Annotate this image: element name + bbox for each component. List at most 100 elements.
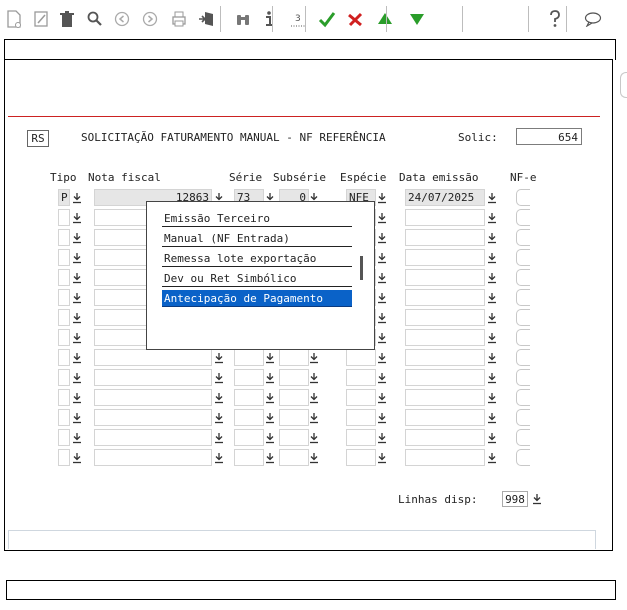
- cell-nota[interactable]: [94, 429, 212, 446]
- dropdown-arrow-icon[interactable]: [487, 392, 497, 404]
- chat-icon[interactable]: [582, 8, 604, 30]
- cell-serie[interactable]: [234, 369, 264, 386]
- cell-nota[interactable]: [94, 349, 212, 366]
- linhas-disp-field[interactable]: 998: [502, 491, 528, 507]
- dropdown-arrow-icon[interactable]: [214, 452, 224, 464]
- dropdown-arrow-icon[interactable]: [377, 432, 387, 444]
- dropdown-arrow-icon[interactable]: [72, 292, 82, 304]
- dropdown-arrow-icon[interactable]: [487, 292, 497, 304]
- dropdown-arrow-icon[interactable]: [487, 272, 497, 284]
- cell-serie[interactable]: [234, 349, 264, 366]
- dropdown-arrow-icon[interactable]: [72, 232, 82, 244]
- dropdown-arrow-icon[interactable]: [72, 312, 82, 324]
- cell-tipo[interactable]: [58, 369, 70, 386]
- cell-especie[interactable]: [346, 369, 376, 386]
- dropdown-option-selected[interactable]: Antecipação de Pagamento: [162, 290, 352, 307]
- cell-data[interactable]: [405, 309, 485, 326]
- dropdown-arrow-icon[interactable]: [265, 352, 275, 364]
- cell-subserie[interactable]: [279, 409, 309, 426]
- dropdown-arrow-icon[interactable]: [309, 452, 319, 464]
- dropdown-arrow-icon[interactable]: [309, 372, 319, 384]
- cell-data[interactable]: [405, 329, 485, 346]
- dropdown-arrow-icon[interactable]: [377, 412, 387, 424]
- dropdown-option[interactable]: Dev ou Ret Simbólico: [162, 270, 352, 287]
- print-icon[interactable]: [168, 8, 190, 30]
- dropdown-arrow-icon[interactable]: [377, 392, 387, 404]
- nfe-field[interactable]: [516, 189, 530, 206]
- cell-subserie[interactable]: [279, 389, 309, 406]
- dropdown-arrow-icon[interactable]: [377, 372, 387, 384]
- dropdown-arrow-icon[interactable]: [265, 372, 275, 384]
- previous-icon[interactable]: [111, 8, 133, 30]
- cell-data[interactable]: [405, 209, 485, 226]
- dropdown-scrollbar[interactable]: [360, 256, 363, 280]
- cell-tipo[interactable]: [58, 309, 70, 326]
- help-icon[interactable]: [544, 8, 566, 30]
- cell-tipo[interactable]: [58, 429, 70, 446]
- cell-tipo[interactable]: [58, 229, 70, 246]
- move-down-icon[interactable]: [406, 8, 428, 30]
- dropdown-arrow-icon[interactable]: [72, 352, 82, 364]
- dropdown-arrow-icon[interactable]: [265, 432, 275, 444]
- cell-serie[interactable]: [234, 449, 264, 466]
- cell-especie[interactable]: [346, 389, 376, 406]
- binoculars-icon[interactable]: [232, 8, 254, 30]
- new-doc-icon[interactable]: [3, 8, 25, 30]
- cell-data[interactable]: [405, 349, 485, 366]
- cell-data[interactable]: [405, 389, 485, 406]
- cell-data[interactable]: [405, 429, 485, 446]
- cell-data[interactable]: [405, 289, 485, 306]
- dropdown-arrow-icon[interactable]: [72, 192, 82, 204]
- nfe-field[interactable]: [516, 429, 530, 446]
- dropdown-arrow-icon[interactable]: [377, 452, 387, 464]
- dropdown-arrow-icon[interactable]: [214, 372, 224, 384]
- exit-icon[interactable]: [196, 8, 218, 30]
- nfe-field[interactable]: [516, 249, 530, 266]
- dropdown-arrow-icon[interactable]: [487, 372, 497, 384]
- nfe-field[interactable]: [516, 369, 530, 386]
- delete-icon[interactable]: [56, 8, 78, 30]
- nfe-field[interactable]: [516, 309, 530, 326]
- cell-especie[interactable]: [346, 449, 376, 466]
- cell-nota[interactable]: [94, 409, 212, 426]
- dropdown-arrow-icon[interactable]: [377, 232, 387, 244]
- dropdown-arrow-icon[interactable]: [487, 452, 497, 464]
- cell-tipo[interactable]: [58, 209, 70, 226]
- dropdown-arrow-icon[interactable]: [265, 412, 275, 424]
- nfe-field[interactable]: [516, 409, 530, 426]
- cell-subserie[interactable]: [279, 449, 309, 466]
- dropdown-option[interactable]: Remessa lote exportação: [162, 250, 352, 267]
- dropdown-arrow-icon[interactable]: [377, 332, 387, 344]
- next-icon[interactable]: [139, 8, 161, 30]
- nfe-field[interactable]: [516, 209, 530, 226]
- cell-tipo[interactable]: P: [58, 189, 70, 206]
- dropdown-arrow-icon[interactable]: [72, 452, 82, 464]
- dropdown-option[interactable]: Manual (NF Entrada): [162, 230, 352, 247]
- nfe-field[interactable]: [516, 289, 530, 306]
- cell-tipo[interactable]: [58, 269, 70, 286]
- dropdown-arrow-icon[interactable]: [487, 432, 497, 444]
- cell-serie[interactable]: [234, 389, 264, 406]
- origin-dropdown-list[interactable]: Emissão Terceiro Manual (NF Entrada) Rem…: [146, 201, 375, 350]
- dropdown-arrow-icon[interactable]: [72, 432, 82, 444]
- dropdown-arrow-icon[interactable]: [487, 312, 497, 324]
- cell-data[interactable]: [405, 369, 485, 386]
- dropdown-arrow-icon[interactable]: [214, 352, 224, 364]
- cell-especie[interactable]: [346, 349, 376, 366]
- dropdown-arrow-icon[interactable]: [377, 212, 387, 224]
- cell-data[interactable]: [405, 229, 485, 246]
- dropdown-arrow-icon[interactable]: [214, 392, 224, 404]
- cell-data[interactable]: 24/07/2025: [405, 189, 485, 206]
- dropdown-arrow-icon[interactable]: [487, 212, 497, 224]
- dropdown-arrow-icon[interactable]: [72, 392, 82, 404]
- cell-data[interactable]: [405, 409, 485, 426]
- cell-data[interactable]: [405, 269, 485, 286]
- dropdown-arrow-icon[interactable]: [265, 452, 275, 464]
- cell-nota[interactable]: [94, 369, 212, 386]
- cell-serie[interactable]: [234, 409, 264, 426]
- cell-tipo[interactable]: [58, 349, 70, 366]
- dropdown-arrow-icon[interactable]: [72, 372, 82, 384]
- cell-data[interactable]: [405, 249, 485, 266]
- cell-nota[interactable]: [94, 389, 212, 406]
- nfe-field[interactable]: [516, 449, 530, 466]
